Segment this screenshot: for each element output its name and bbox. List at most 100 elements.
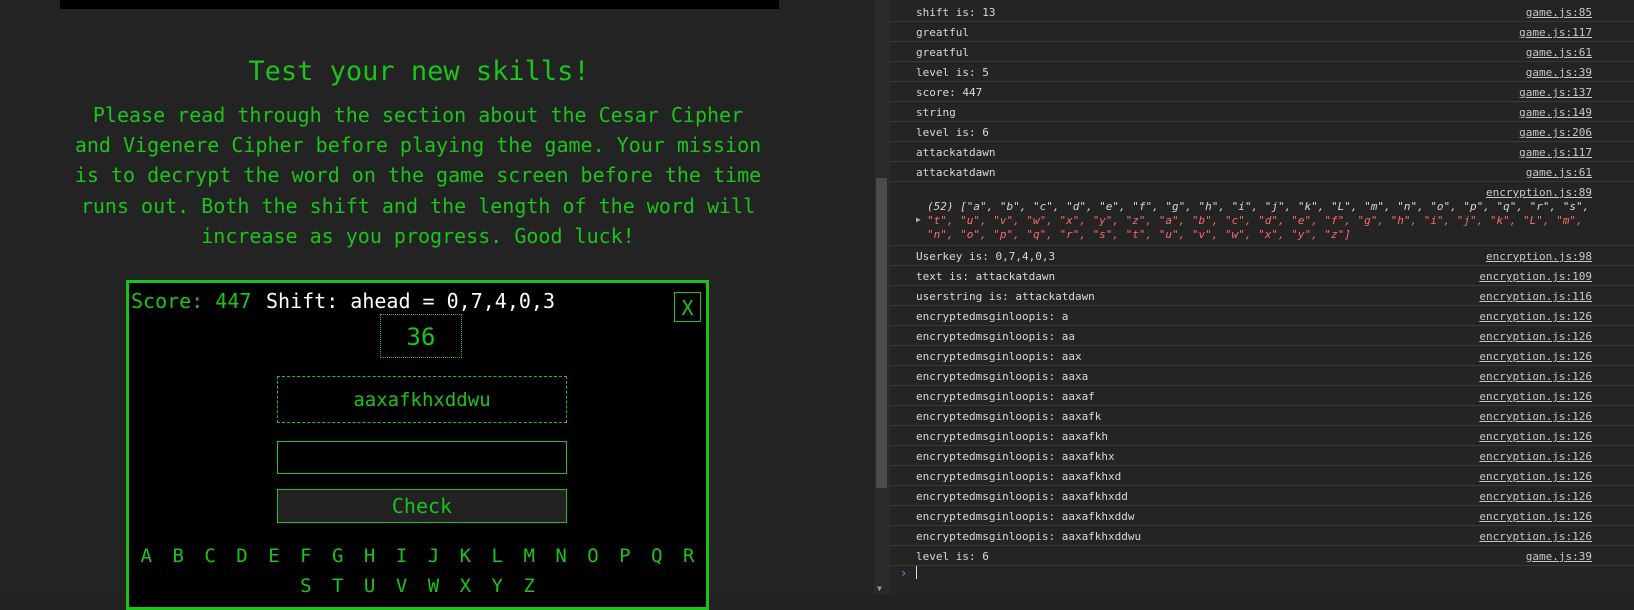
- check-button[interactable]: Check: [277, 489, 567, 523]
- log-message: text is: attackatdawn: [916, 270, 1056, 283]
- log-message: encryptedmsginloopis: aaxafkh: [916, 430, 1109, 443]
- letter-key: D: [236, 545, 248, 567]
- answer-input[interactable]: [277, 441, 567, 474]
- source-link[interactable]: game.js:61: [1526, 166, 1592, 179]
- source-link[interactable]: encryption.js:126: [1479, 510, 1592, 523]
- console-log-row: greatful game.js:117: [890, 22, 1634, 42]
- log-message: encryptedmsginloopis: aaxafk: [916, 410, 1102, 423]
- log-message: encryptedmsginloopis: aaxafkhxddwu: [916, 530, 1142, 543]
- source-link[interactable]: game.js:39: [1526, 66, 1592, 79]
- intro-paragraph: Please read through the section about th…: [74, 103, 762, 248]
- log-message: level is: 5: [916, 66, 989, 79]
- letter-key: I: [395, 545, 408, 567]
- source-link[interactable]: encryption.js:126: [1479, 390, 1592, 403]
- letter-key: B: [172, 545, 184, 567]
- source-link[interactable]: game.js:137: [1519, 86, 1592, 99]
- array-log-line: "n", "o", "p", "q", "r", "s", "t", "u", …: [927, 228, 1351, 241]
- console-prompt[interactable]: ›: [890, 563, 1634, 583]
- encrypted-word: aaxafkhxddwu: [277, 376, 567, 423]
- console-log-row: attackatdawn game.js:61: [890, 162, 1634, 182]
- log-message: encryptedmsginloopis: aaxafkhx: [916, 450, 1115, 463]
- source-link[interactable]: encryption.js:126: [1479, 370, 1592, 383]
- source-link[interactable]: encryption.js:126: [1479, 430, 1592, 443]
- letter-key: O: [587, 545, 599, 567]
- prompt-chevron-icon: ›: [900, 566, 908, 580]
- shift-label: Shift: ahead = 0,7,4,0,3: [266, 289, 555, 313]
- log-message: encryptedmsginloopis: aaxafkhxd: [916, 470, 1122, 483]
- log-message: encryptedmsginloopis: aaxa: [916, 370, 1089, 383]
- text-caret: [916, 566, 917, 579]
- console-log-row: text is: attackatdawn encryption.js:109: [890, 266, 1634, 286]
- log-message: attackatdawn: [916, 146, 996, 159]
- console-log-row: shift is: 13 game.js:85: [890, 2, 1634, 22]
- letter-key: J: [427, 545, 440, 567]
- log-message: encryptedmsginloopis: aax: [916, 350, 1082, 363]
- console-log-row: encryptedmsginloopis: aa encryption.js:12…: [890, 326, 1634, 346]
- array-log-line: (52) ["a", "b", "c", "d", "e", "f", "g",…: [927, 200, 1590, 213]
- array-log-entry: encryption.js:89 ▶ (52) ["a", "b", "c", …: [890, 182, 1634, 246]
- source-link[interactable]: game.js:206: [1519, 126, 1592, 139]
- source-link[interactable]: encryption.js:109: [1479, 270, 1592, 283]
- scroll-down-arrow-icon[interactable]: ▼: [877, 584, 882, 593]
- console-log-row: level is: 6 game.js:206: [890, 122, 1634, 142]
- log-message: level is: 6: [916, 550, 989, 563]
- letter-key: N: [555, 545, 567, 567]
- console-log-row: encryptedmsginloopis: a encryption.js:126: [890, 306, 1634, 326]
- source-link[interactable]: encryption.js:98: [1486, 250, 1592, 263]
- log-message: Userkey is: 0,7,4,0,3: [916, 250, 1056, 263]
- source-link[interactable]: game.js:39: [1526, 550, 1592, 563]
- devtools-console: shift is: 13 game.js:85 greatful game.js:11…: [890, 0, 1634, 594]
- console-log-row: encryptedmsginloopis: aaxa encryption.js:…: [890, 366, 1634, 386]
- console-log-row: encryptedmsginloopis: aax encryption.js:1…: [890, 346, 1634, 366]
- source-link[interactable]: encryption.js:126: [1479, 310, 1592, 323]
- console-log-row: encryptedmsginloopis: aaxafkhx encryption…: [890, 446, 1634, 466]
- source-link[interactable]: encryption.js:126: [1479, 330, 1592, 343]
- console-log-row: encryptedmsginloopis: aaxaf encryption.js…: [890, 386, 1634, 406]
- source-link[interactable]: game.js:117: [1519, 146, 1592, 159]
- countdown-timer: 36: [380, 314, 462, 358]
- log-message: encryptedmsginloopis: a: [916, 310, 1069, 323]
- source-link[interactable]: encryption.js:126: [1479, 350, 1592, 363]
- array-log-line: "t", "u", "v", "w", "x", "y", "z", "a", …: [927, 214, 1583, 227]
- source-link[interactable]: game.js:149: [1519, 106, 1592, 119]
- letter-key: Q: [651, 545, 663, 567]
- source-link[interactable]: encryption.js:126: [1479, 530, 1592, 543]
- source-link[interactable]: encryption.js:89: [1486, 186, 1592, 199]
- game-screen: Score: 447 Shift: ahead = 0,7,4,0,3 X 36…: [126, 280, 709, 610]
- source-link[interactable]: game.js:117: [1519, 26, 1592, 39]
- scrollbar-thumb[interactable]: [876, 178, 887, 488]
- letter-key: L: [491, 545, 503, 567]
- source-link[interactable]: encryption.js:126: [1479, 490, 1592, 503]
- source-link[interactable]: game.js:85: [1526, 6, 1592, 19]
- console-log-row: encryptedmsginloopis: aaxafkhxd encryptio…: [890, 466, 1634, 486]
- log-message: encryptedmsginloopis: aaxafkhxdd: [916, 490, 1128, 503]
- console-log-row: level is: 5 game.js:39: [890, 62, 1634, 82]
- letter-key: M: [523, 545, 535, 567]
- close-button[interactable]: X: [674, 292, 701, 322]
- source-link[interactable]: encryption.js:126: [1479, 470, 1592, 483]
- top-black-bar: [60, 0, 779, 9]
- source-link[interactable]: encryption.js:126: [1479, 450, 1592, 463]
- log-message: level is: 6: [916, 126, 989, 139]
- letter-key: E: [268, 545, 280, 567]
- letter-key: F: [300, 545, 312, 567]
- console-log-row: encryptedmsginloopis: aaxafkhxddwu encryp…: [890, 526, 1634, 546]
- triangle-right-icon[interactable]: ▶: [916, 215, 921, 224]
- letter-key: R: [682, 545, 695, 567]
- source-link[interactable]: encryption.js:126: [1479, 410, 1592, 423]
- source-link[interactable]: encryption.js:116: [1479, 290, 1592, 303]
- log-message: greatful: [916, 46, 969, 59]
- alphabet-keys: A B C D E F G H I J K L M N O P Q R S T …: [129, 541, 706, 601]
- game-page: Test your new skills! Please read throug…: [0, 0, 874, 610]
- source-link[interactable]: game.js:61: [1526, 46, 1592, 59]
- console-log-row: encryptedmsginloopis: aaxafkhxdd encrypti…: [890, 486, 1634, 506]
- console-log-row: attackatdawn game.js:117: [890, 142, 1634, 162]
- log-message: shift is: 13: [916, 6, 996, 19]
- letter-key: H: [363, 545, 376, 567]
- letter-key: P: [619, 545, 631, 567]
- log-message: greatful: [916, 26, 969, 39]
- score-label: Score: 447: [131, 289, 252, 313]
- log-message: encryptedmsginloopis: aaxaf: [916, 390, 1095, 403]
- log-message: score: 447: [916, 86, 983, 99]
- letter-key: C: [204, 545, 216, 567]
